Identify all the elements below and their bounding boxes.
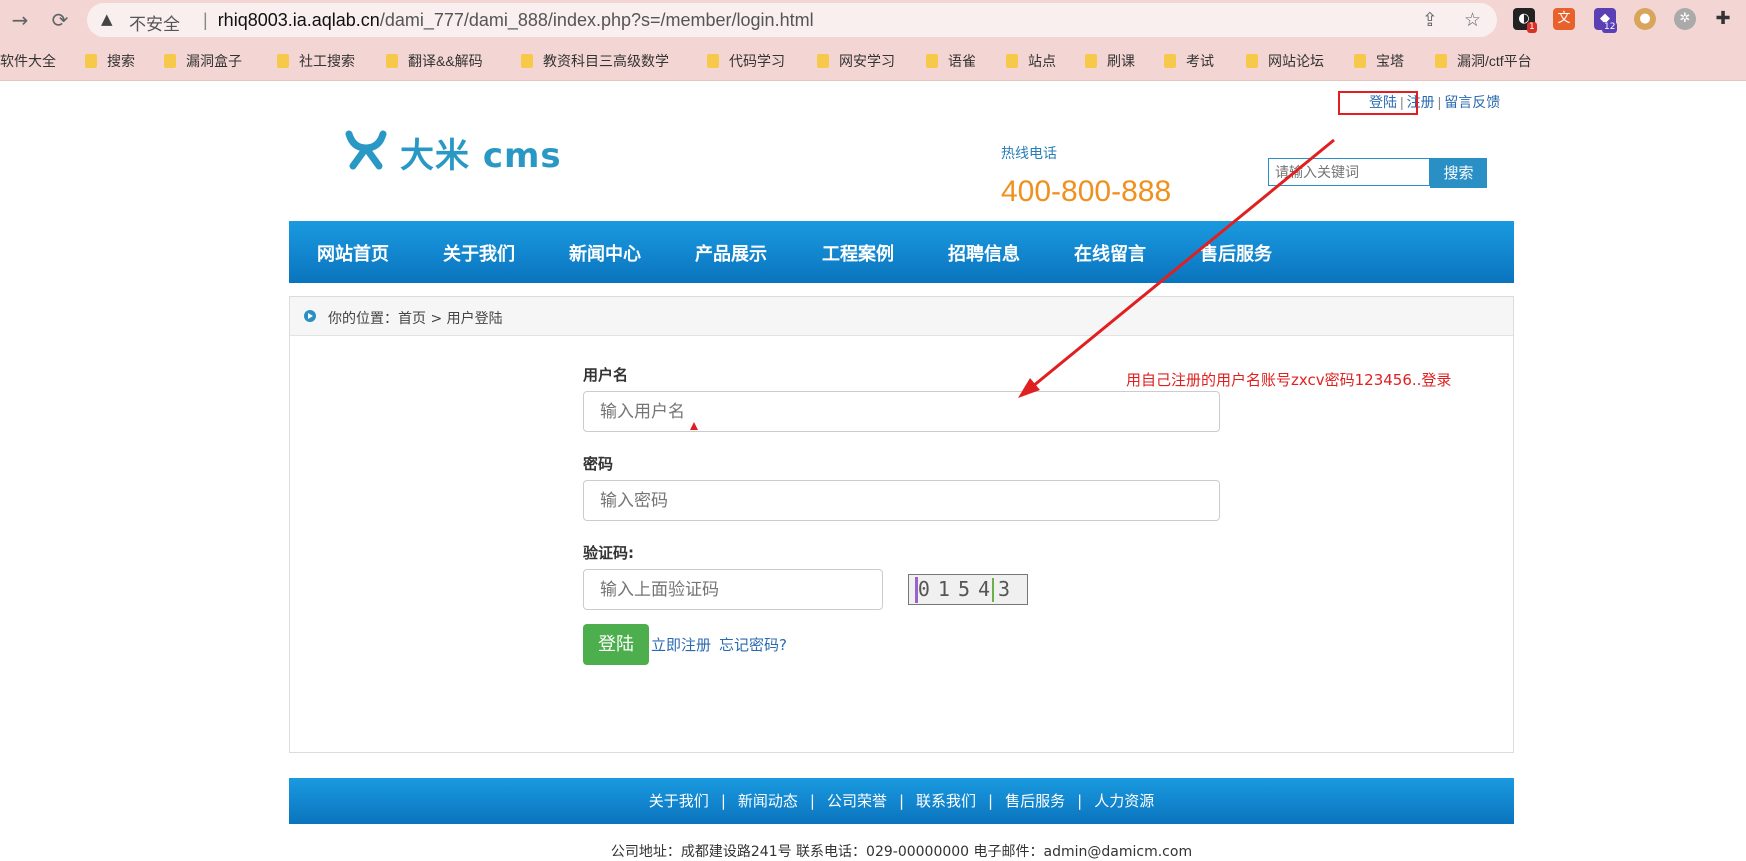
- folder-icon: [521, 54, 533, 68]
- register-now-link[interactable]: 立即注册: [651, 634, 711, 655]
- captcha-image[interactable]: 01543: [908, 574, 1028, 605]
- folder-icon: [926, 54, 938, 68]
- bookmark-item[interactable]: 网安学习: [817, 51, 895, 71]
- folder-icon: [1006, 54, 1018, 68]
- footer-info: 公司地址：成都建设路241号 联系电话：029-00000000 电子邮件：ad…: [610, 844, 1193, 860]
- bookmark-item[interactable]: 宝塔: [1354, 51, 1404, 71]
- footer-link-service[interactable]: 售后服务: [1005, 792, 1065, 810]
- address-bar[interactable]: ▲ 不安全 | rhiq8003.ia.aqlab.cn/dami_777/da…: [87, 3, 1497, 37]
- password-label: 密码: [583, 455, 614, 473]
- username-label: 用户名: [583, 366, 629, 384]
- captcha-text: 01543: [917, 577, 1019, 601]
- insecure-label: 不安全: [129, 15, 180, 35]
- login-button[interactable]: 登陆: [583, 624, 649, 665]
- logo-text: 大米 cms: [400, 136, 562, 176]
- browser-toolbar: → ⟳ ▲ 不安全 | rhiq8003.ia.aqlab.cn/dami_77…: [0, 0, 1746, 41]
- password-input[interactable]: [583, 480, 1220, 521]
- folder-icon: [1246, 54, 1258, 68]
- bookmark-item[interactable]: 漏洞盒子: [164, 51, 242, 71]
- extension-icon-2[interactable]: 文: [1553, 8, 1575, 30]
- extension-badge-3: 12: [1602, 22, 1618, 33]
- breadcrumb-text: 你的位置：首页 > 用户登陆: [328, 311, 503, 327]
- bookmark-item[interactable]: 站点: [1006, 51, 1056, 71]
- logo-mark-icon: [345, 130, 387, 170]
- hotline-label: 热线电话: [1001, 146, 1057, 162]
- footer-link-hr[interactable]: 人力资源: [1094, 792, 1154, 810]
- bookmark-item[interactable]: 软件大全: [0, 51, 56, 71]
- bookmark-item[interactable]: 网站论坛: [1246, 51, 1324, 71]
- url-host: rhiq8003.ia.aqlab.cn: [217, 10, 380, 30]
- url-path: /dami_777/dami_888/index.php?s=/member/l…: [379, 10, 814, 30]
- folder-icon: [85, 54, 97, 68]
- nav-item-message[interactable]: 在线留言: [1074, 240, 1146, 266]
- url-text[interactable]: | rhiq8003.ia.aqlab.cn/dami_777/dami_888…: [203, 10, 814, 31]
- search-input[interactable]: [1268, 158, 1430, 186]
- nav-item-news[interactable]: 新闻中心: [569, 240, 641, 266]
- nav-item-about[interactable]: 关于我们: [443, 240, 515, 266]
- folder-icon: [1164, 54, 1176, 68]
- extension-badge-1: 1: [1527, 22, 1537, 33]
- bookmark-item[interactable]: 教资科目三高级数学: [521, 51, 669, 71]
- extension-icon-5[interactable]: ✲: [1674, 8, 1696, 30]
- footer-link-contact[interactable]: 联系我们: [916, 792, 976, 810]
- bookmark-item[interactable]: 刷课: [1085, 51, 1135, 71]
- forgot-password-link[interactable]: 忘记密码?: [719, 634, 787, 655]
- bookmark-item[interactable]: 搜索: [85, 51, 135, 71]
- hotline-number: 400-800-888: [1001, 175, 1172, 208]
- nav-item-cases[interactable]: 工程案例: [822, 240, 894, 266]
- captcha-label: 验证码:: [583, 544, 634, 562]
- folder-icon: [386, 54, 398, 68]
- folder-icon: [277, 54, 289, 68]
- footer-links-bar: 关于我们 | 新闻动态 | 公司荣誉 | 联系我们 | 售后服务 | 人力资源: [289, 778, 1514, 824]
- reload-icon[interactable]: ⟳: [46, 6, 74, 34]
- footer-link-honors[interactable]: 公司荣誉: [827, 792, 887, 810]
- nav-item-products[interactable]: 产品展示: [695, 240, 767, 266]
- nav-item-home[interactable]: 网站首页: [317, 240, 389, 266]
- bookmark-item[interactable]: 考试: [1164, 51, 1214, 71]
- folder-icon: [1354, 54, 1366, 68]
- folder-icon: [817, 54, 829, 68]
- nav-item-service[interactable]: 售后服务: [1200, 240, 1272, 266]
- bookmark-item[interactable]: 语雀: [926, 51, 976, 71]
- bookmark-star-icon[interactable]: ☆: [1464, 9, 1481, 31]
- bookmark-item[interactable]: 代码学习: [707, 51, 785, 71]
- folder-icon: [164, 54, 176, 68]
- footer-link-news[interactable]: 新闻动态: [738, 792, 798, 810]
- captcha-input[interactable]: [583, 569, 883, 610]
- username-input[interactable]: [583, 391, 1220, 432]
- cookie-extension-icon[interactable]: ●: [1634, 8, 1656, 30]
- highlight-box: [1338, 91, 1418, 115]
- folder-icon: [1435, 54, 1447, 68]
- feedback-link[interactable]: 留言反馈: [1444, 94, 1500, 110]
- bookmark-item[interactable]: 漏洞/ctf平台: [1435, 51, 1532, 71]
- folder-icon: [1085, 54, 1097, 68]
- content-panel: 你的位置：首页 > 用户登陆: [289, 296, 1514, 753]
- folder-icon: [707, 54, 719, 68]
- nav-item-jobs[interactable]: 招聘信息: [948, 240, 1020, 266]
- warning-icon: ▲: [101, 10, 113, 28]
- bookmark-item[interactable]: 翻译&&解码: [386, 51, 483, 71]
- breadcrumb-icon: [304, 310, 316, 322]
- breadcrumb: 你的位置：首页 > 用户登陆: [290, 297, 1513, 336]
- search-button[interactable]: 搜索: [1430, 158, 1487, 188]
- forward-icon[interactable]: →: [6, 6, 34, 34]
- extensions-puzzle-icon[interactable]: ✚: [1712, 8, 1734, 30]
- footer-link-about[interactable]: 关于我们: [649, 792, 709, 810]
- share-icon[interactable]: ⇪: [1422, 9, 1438, 31]
- main-nav: 网站首页 关于我们 新闻中心 产品展示 工程案例 招聘信息 在线留言 售后服务: [289, 221, 1514, 283]
- annotation-text: 用自己注册的用户名账号zxcv密码123456..登录: [1126, 371, 1452, 389]
- bookmarks-bar: 软件大全 搜索 漏洞盒子 社工搜索 翻译&&解码 教资科目三高级数学 代码学习 …: [0, 41, 1746, 81]
- bookmark-item[interactable]: 社工搜索: [277, 51, 355, 71]
